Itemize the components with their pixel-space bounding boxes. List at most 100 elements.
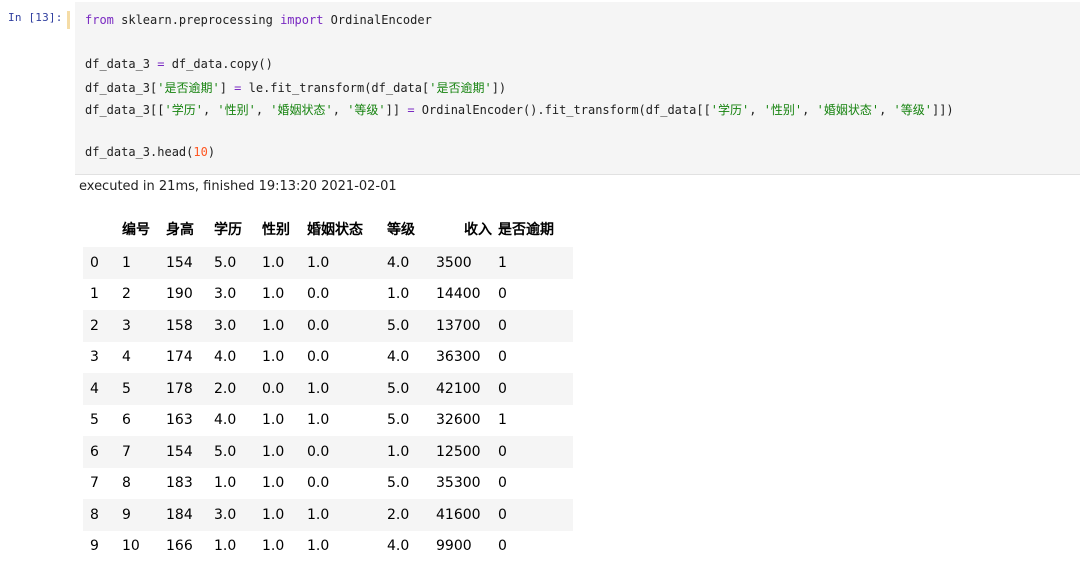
table-row: 6 7 154 5.0 1.0 0.0 1.0 12500 0 [83, 436, 573, 468]
column-header-hunyin: 婚姻状态 [307, 211, 387, 247]
row-index: 4 [83, 373, 122, 405]
cell-dengji: 1.0 [387, 278, 436, 310]
code-text: , [802, 103, 817, 117]
cell-hunyin: 1.0 [307, 247, 387, 279]
cell-xueli: 2.0 [214, 373, 262, 405]
cell-bianhao: 7 [122, 436, 166, 468]
cell-hunyin: 1.0 [307, 499, 387, 531]
cell-xingbie: 0.0 [262, 373, 307, 405]
cell-hunyin: 1.0 [307, 404, 387, 436]
cell-xingbie: 1.0 [262, 341, 307, 373]
column-header-dengji: 等级 [387, 211, 436, 247]
cell-shouru: 32600 [436, 404, 498, 436]
code-text: , [202, 103, 218, 117]
cell-xingbie: 1.0 [262, 310, 307, 342]
cell-shengao: 158 [166, 310, 214, 342]
code-cell[interactable]: In [13]: from sklearn.preprocessing impo… [0, 0, 1080, 175]
cell-shengao: 174 [166, 341, 214, 373]
cell-bianhao: 6 [122, 404, 166, 436]
number-literal: 10 [193, 145, 208, 159]
cell-xueli: 4.0 [214, 404, 262, 436]
cell-bianhao: 8 [122, 467, 166, 499]
code-text: le.fit_transform(df_data[ [241, 81, 430, 95]
cell-shouru: 36300 [436, 341, 498, 373]
cell-xingbie: 1.0 [262, 278, 307, 310]
cell-bianhao: 2 [122, 278, 166, 310]
cell-yuqi: 0 [498, 310, 573, 342]
table-row: 7 8 183 1.0 1.0 0.0 5.0 35300 0 [83, 467, 573, 499]
cell-dengji: 5.0 [387, 404, 436, 436]
column-header-bianhao: 编号 [122, 211, 166, 247]
table-row: 1 2 190 3.0 1.0 0.0 1.0 14400 0 [83, 278, 573, 310]
cell-xueli: 1.0 [214, 467, 262, 499]
string-literal: '学历' [164, 103, 203, 117]
code-line-5: df_data_3.head(10) [85, 145, 215, 159]
index-header [83, 211, 122, 247]
dataframe-output: 编号 身高 学历 性别 婚姻状态 等级 收入 是否逾期 0 1 154 5.0 1.0 1… [83, 211, 573, 562]
cell-shouru: 13700 [436, 310, 498, 342]
cell-xueli: 3.0 [214, 499, 262, 531]
cell-yuqi: 0 [498, 499, 573, 531]
column-header-yuqi: 是否逾期 [498, 211, 573, 247]
string-literal: '性别' [217, 103, 256, 117]
table-row: 0 1 154 5.0 1.0 1.0 4.0 3500 1 [83, 247, 573, 279]
cell-shengao: 166 [166, 530, 214, 562]
cell-bianhao: 4 [122, 341, 166, 373]
cell-shengao: 163 [166, 404, 214, 436]
table-row: 4 5 178 2.0 0.0 1.0 5.0 42100 0 [83, 373, 573, 405]
code-line-3: df_data_3['是否逾期'] = le.fit_transform(df_… [85, 79, 506, 96]
code-line-1: from sklearn.preprocessing import Ordina… [85, 13, 432, 27]
cell-dengji: 2.0 [387, 499, 436, 531]
table-row: 5 6 163 4.0 1.0 1.0 5.0 32600 1 [83, 404, 573, 436]
cell-yuqi: 0 [498, 278, 573, 310]
cell-shouru: 42100 [436, 373, 498, 405]
cell-bianhao: 1 [122, 247, 166, 279]
row-index: 8 [83, 499, 122, 531]
code-line-4: df_data_3[['学历', '性别', '婚姻状态', '等级']] = … [85, 101, 954, 118]
execution-info: executed in 21ms, finished 19:13:20 2021… [79, 179, 397, 194]
row-index: 1 [83, 278, 122, 310]
cell-shengao: 154 [166, 247, 214, 279]
code-text: , [255, 103, 271, 117]
column-header-xueli: 学历 [214, 211, 262, 247]
table-row: 2 3 158 3.0 1.0 0.0 5.0 13700 0 [83, 310, 573, 342]
cell-dengji: 1.0 [387, 436, 436, 468]
string-literal: '婚姻状态' [816, 103, 880, 117]
cell-dengji: 5.0 [387, 467, 436, 499]
cell-xueli: 3.0 [214, 278, 262, 310]
cell-shouru: 41600 [436, 499, 498, 531]
column-header-shengao: 身高 [166, 211, 214, 247]
cell-shengao: 184 [166, 499, 214, 531]
code-text: ]] [385, 103, 408, 117]
table-row: 3 4 174 4.0 1.0 0.0 4.0 36300 0 [83, 341, 573, 373]
cell-xueli: 3.0 [214, 310, 262, 342]
cell-bianhao: 5 [122, 373, 166, 405]
cell-prompt: In [13]: [8, 11, 63, 24]
cell-dengji: 4.0 [387, 341, 436, 373]
cell-yuqi: 0 [498, 341, 573, 373]
code-text: OrdinalEncoder [323, 13, 432, 27]
cell-hunyin: 0.0 [307, 278, 387, 310]
cell-xueli: 5.0 [214, 436, 262, 468]
cell-shengao: 178 [166, 373, 214, 405]
cell-yuqi: 0 [498, 467, 573, 499]
cell-xingbie: 1.0 [262, 499, 307, 531]
keyword-import: import [280, 13, 324, 27]
cell-yuqi: 0 [498, 436, 573, 468]
cell-yuqi: 1 [498, 247, 573, 279]
string-literal: '是否逾期' [429, 81, 492, 95]
column-header-shouru: 收入 [436, 211, 498, 247]
cell-dengji: 5.0 [387, 310, 436, 342]
operator: = [407, 103, 415, 117]
cell-xingbie: 1.0 [262, 467, 307, 499]
cell-shouru: 12500 [436, 436, 498, 468]
cell-bianhao: 3 [122, 310, 166, 342]
cell-dengji: 5.0 [387, 373, 436, 405]
code-text: df_data_3.head( [85, 145, 194, 159]
column-header-xingbie: 性别 [262, 211, 307, 247]
cell-dengji: 4.0 [387, 530, 436, 562]
row-index: 3 [83, 341, 122, 373]
code-text: ] [219, 81, 235, 95]
cell-dengji: 4.0 [387, 247, 436, 279]
code-editor[interactable]: from sklearn.preprocessing import Ordina… [75, 2, 1080, 175]
